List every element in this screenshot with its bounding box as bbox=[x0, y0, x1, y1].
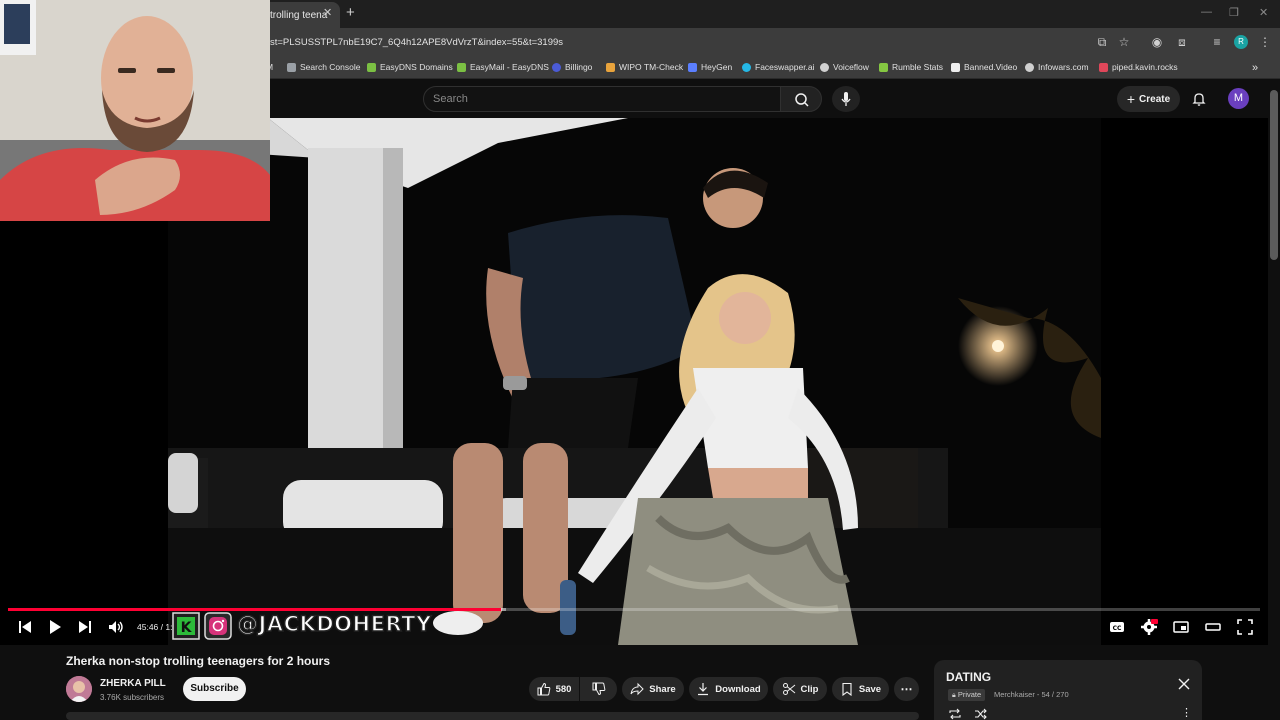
lock-icon: 🔒︎ bbox=[952, 692, 956, 699]
download-button[interactable]: Download bbox=[689, 677, 768, 701]
faceswapper-icon bbox=[742, 62, 751, 72]
bookmark-item[interactable]: Search Console bbox=[287, 62, 360, 72]
bookmark-item[interactable]: HeyGen bbox=[688, 62, 732, 72]
notifications-bell-icon[interactable] bbox=[1190, 90, 1208, 108]
close-icon[interactable] bbox=[1177, 677, 1191, 691]
like-count: 580 bbox=[555, 683, 572, 695]
search-input[interactable]: Search bbox=[423, 86, 781, 112]
like-button[interactable]: 580 bbox=[529, 677, 579, 701]
playlist-menu-icon[interactable]: ⋮ bbox=[1181, 706, 1192, 719]
rumble-icon bbox=[879, 62, 888, 72]
subscriber-count: 3.76K subscribers bbox=[100, 693, 165, 702]
video-frame bbox=[168, 118, 1101, 645]
scissors-icon bbox=[782, 683, 795, 695]
bookmark-item[interactable]: EasyMail - EasyDNS bbox=[457, 62, 549, 72]
shuffle-icon[interactable] bbox=[974, 708, 988, 720]
instagram-icon bbox=[204, 612, 232, 640]
svg-text:K: K bbox=[181, 620, 193, 636]
close-tab-icon[interactable]: ✕ bbox=[323, 6, 332, 19]
share-button[interactable]: Share bbox=[622, 677, 684, 701]
piped-icon bbox=[1099, 62, 1108, 72]
share-arrow-icon bbox=[630, 682, 645, 696]
extensions-puzzle-icon[interactable]: ⧈ bbox=[1174, 34, 1190, 50]
next-icon[interactable] bbox=[76, 618, 94, 636]
volume-icon[interactable] bbox=[107, 618, 125, 636]
more-horizontal-icon: ⋯ bbox=[900, 682, 913, 696]
progress-played[interactable] bbox=[8, 608, 502, 611]
description-preview bbox=[66, 712, 919, 720]
billingo-icon bbox=[552, 62, 561, 72]
easydns-icon bbox=[367, 62, 376, 72]
channel-avatar-image bbox=[66, 676, 92, 702]
webcam-person-image bbox=[0, 0, 270, 221]
bookmark-item[interactable]: Voiceflow bbox=[820, 62, 869, 72]
channel-name[interactable]: ZHERKA PILL bbox=[100, 678, 166, 689]
close-window-icon[interactable]: ✕ bbox=[1259, 6, 1268, 19]
infowars-icon bbox=[1025, 62, 1034, 72]
channel-avatar[interactable] bbox=[66, 676, 92, 702]
clip-button[interactable]: Clip bbox=[773, 677, 827, 701]
dislike-button[interactable] bbox=[580, 677, 617, 701]
video-scene-image bbox=[168, 118, 1101, 645]
search-button[interactable] bbox=[780, 86, 822, 112]
miniplayer-icon[interactable] bbox=[1172, 618, 1190, 636]
minimize-icon[interactable]: — bbox=[1201, 6, 1212, 18]
webcam-overlay bbox=[0, 0, 270, 221]
bookmark-item[interactable]: WIPO TM-Check bbox=[606, 62, 683, 72]
video-title: Zherka non-stop trolling teenagers for 2… bbox=[66, 654, 331, 668]
thumbs-up-icon bbox=[537, 682, 550, 696]
theater-mode-icon[interactable] bbox=[1204, 618, 1222, 636]
plus-icon: + bbox=[1126, 91, 1136, 107]
account-avatar[interactable]: M bbox=[1228, 88, 1249, 109]
bookmark-item[interactable]: Billingo bbox=[552, 62, 592, 72]
overlay-logo-icon: K bbox=[172, 612, 200, 640]
bookmark-item[interactable]: Banned.Video bbox=[951, 62, 1017, 72]
thumbs-down-icon bbox=[592, 682, 605, 696]
loop-icon[interactable] bbox=[948, 708, 962, 720]
wipo-icon bbox=[606, 62, 615, 72]
search-console-icon bbox=[287, 62, 296, 72]
easymail-icon bbox=[457, 62, 466, 72]
subscribe-button[interactable]: Subscribe bbox=[183, 677, 246, 701]
bookmark-item[interactable]: Infowars.com bbox=[1025, 62, 1089, 72]
voice-search-button[interactable] bbox=[832, 86, 860, 112]
extension-icon[interactable]: ◉ bbox=[1149, 34, 1165, 50]
bookmark-star-icon[interactable]: ☆ bbox=[1116, 34, 1132, 50]
browser-profile-avatar[interactable]: R bbox=[1234, 35, 1248, 49]
captions-icon[interactable]: CC bbox=[1108, 618, 1126, 636]
restore-icon[interactable]: ❐ bbox=[1229, 6, 1239, 19]
heygen-icon bbox=[688, 62, 697, 72]
privacy-badge: 🔒︎ Private bbox=[948, 689, 986, 701]
more-bookmarks-icon[interactable]: » bbox=[1252, 62, 1258, 74]
previous-icon[interactable] bbox=[16, 618, 34, 636]
bookmark-icon bbox=[842, 682, 852, 696]
search-icon bbox=[795, 93, 809, 107]
settings-gear-icon[interactable] bbox=[1140, 618, 1158, 636]
tab-title: trolling teena bbox=[270, 10, 328, 21]
bookmark-item[interactable]: EasyDNS Domains bbox=[367, 62, 453, 72]
bookmark-item[interactable]: Rumble Stats bbox=[879, 62, 943, 72]
voiceflow-icon bbox=[820, 62, 829, 72]
svg-text:CC: CC bbox=[1113, 625, 1122, 632]
media-control-icon[interactable]: ≡ bbox=[1209, 34, 1225, 50]
overlay-handle-text: @JACKDOHERTY bbox=[236, 611, 432, 637]
more-actions-button[interactable]: ⋯ bbox=[894, 677, 919, 701]
play-icon[interactable] bbox=[46, 618, 64, 636]
install-app-icon[interactable]: ⧉ bbox=[1094, 34, 1110, 50]
search-placeholder: Search bbox=[433, 93, 468, 105]
page-scrollbar[interactable] bbox=[1270, 90, 1278, 260]
address-bar-url[interactable]: st=PLSUSSTPL7nbE19C7_6Q4h12APE8VdVrzT&in… bbox=[270, 37, 563, 48]
bookmark-item[interactable]: piped.kavin.rocks bbox=[1099, 62, 1178, 72]
mic-icon bbox=[841, 92, 851, 106]
chrome-menu-icon[interactable]: ⋮ bbox=[1257, 34, 1273, 50]
create-button[interactable]: + Create bbox=[1117, 86, 1180, 112]
new-tab-icon[interactable]: + bbox=[346, 4, 355, 21]
fullscreen-icon[interactable] bbox=[1236, 618, 1254, 636]
download-icon bbox=[698, 683, 709, 696]
playlist-meta: Merchkaiser - 54 / 270 bbox=[994, 690, 1069, 699]
bookmark-item[interactable]: Faceswapper.ai bbox=[742, 62, 815, 72]
save-button[interactable]: Save bbox=[832, 677, 889, 701]
playlist-title[interactable]: DATING bbox=[946, 670, 991, 684]
banned-video-icon bbox=[951, 62, 960, 72]
